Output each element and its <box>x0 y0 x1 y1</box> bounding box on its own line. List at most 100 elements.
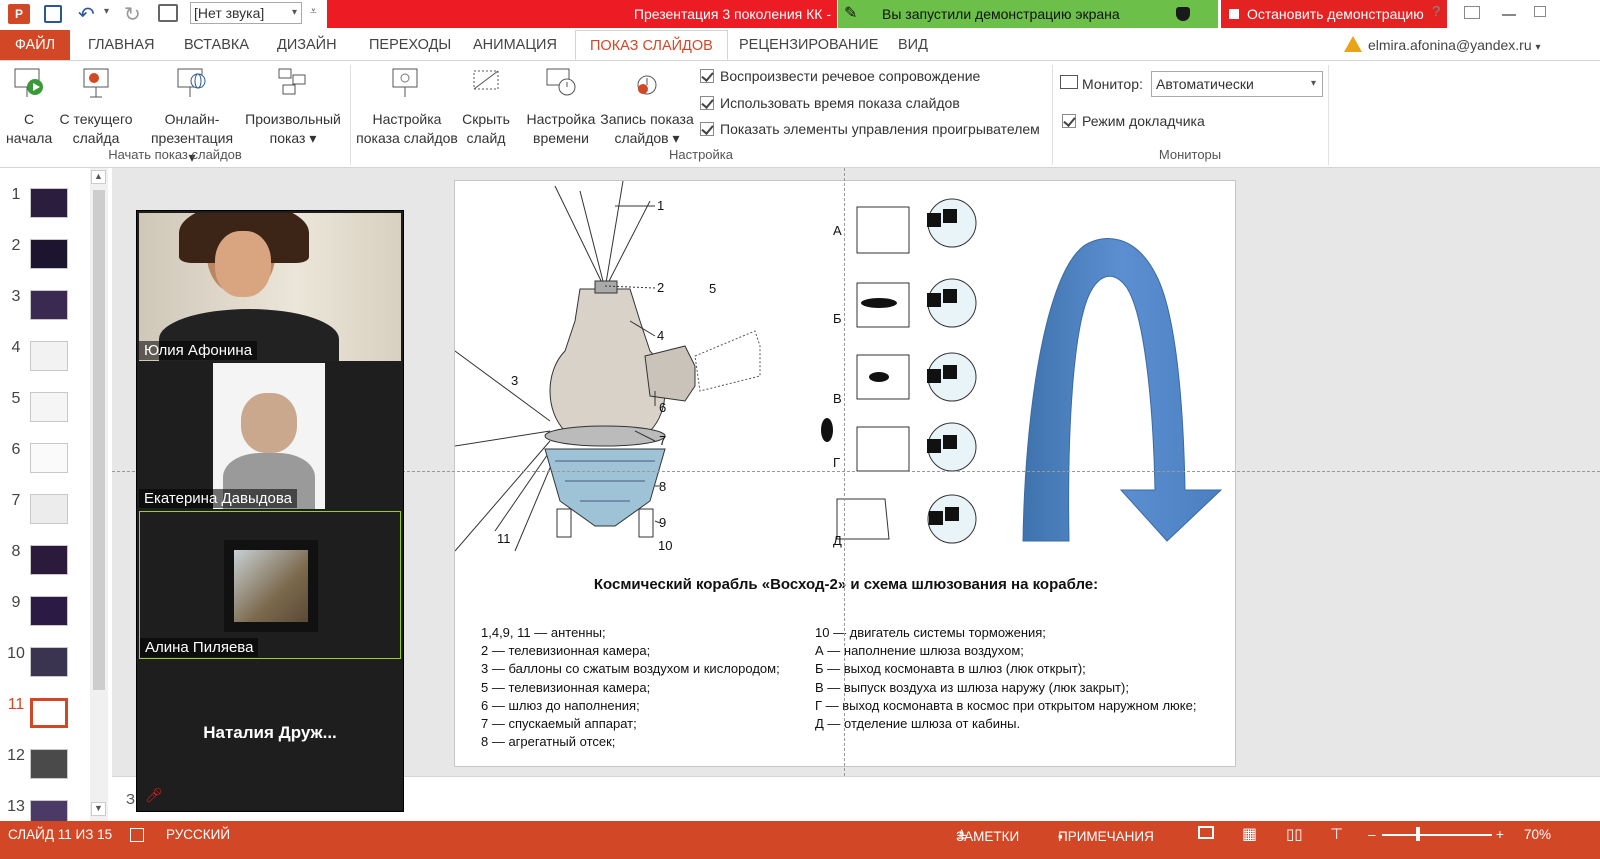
checkbox-checked-icon <box>700 69 714 83</box>
legend-item: 5 — телевизионная камера; <box>481 679 651 695</box>
minimize-icon[interactable] <box>1502 14 1516 16</box>
redo-icon[interactable]: ↻ <box>124 2 141 27</box>
chevron-down-icon: ▾ <box>1535 42 1541 53</box>
tab-animation-label: АНИМАЦИЯ <box>473 37 557 53</box>
slide-thumbnail[interactable] <box>30 698 68 728</box>
participant-name-2: Екатерина Давыдова <box>139 489 297 508</box>
slideshow-view-icon[interactable]: ⊤ <box>1330 823 1343 847</box>
slide-thumbnail[interactable] <box>30 239 68 269</box>
vertical-guide[interactable] <box>844 168 845 776</box>
tab-home[interactable]: ГЛАВНАЯ <box>88 30 155 60</box>
monitor-icon <box>1060 75 1078 89</box>
record-icon <box>637 75 657 95</box>
checkbox-checked-icon <box>700 96 714 110</box>
setup-show-button[interactable]: Настройка показа слайдов <box>356 65 458 148</box>
diagram-number: 2 <box>657 280 664 295</box>
save-icon[interactable] <box>44 5 62 23</box>
participant-tile-3[interactable]: Алина Пиляева <box>139 511 401 659</box>
tab-transitions[interactable]: ПЕРЕХОДЫ <box>369 30 451 60</box>
zoom-slider[interactable] <box>1382 834 1492 836</box>
legend-item: В — выпуск воздуха из шлюза наружу (люк … <box>815 679 1129 695</box>
from-start-button[interactable]: С начала <box>6 65 52 148</box>
stop-share-button[interactable]: Остановить демонстрацию <box>1221 0 1447 28</box>
tab-animation[interactable]: АНИМАЦИЯ <box>473 30 557 60</box>
present-icon[interactable] <box>158 4 178 22</box>
monitor-select[interactable]: Автоматически ▾ <box>1151 71 1323 97</box>
tab-slideshow[interactable]: ПОКАЗ СЛАЙДОВ <box>575 30 728 60</box>
legend-item: 7 — спускаемый аппарат; <box>481 716 637 732</box>
reading-view-icon[interactable]: ▯▯ <box>1286 823 1303 847</box>
legend-item: Б — выход космонавта в шлюз (люк открыт)… <box>815 661 1086 677</box>
powerpoint-logo-icon: P <box>8 4 30 24</box>
timings-checkbox[interactable]: Использовать время показа слайдов <box>700 94 960 112</box>
media-controls-checkbox[interactable]: Показать элементы управления проигрывате… <box>700 120 1040 138</box>
scroll-up-icon[interactable]: ▲ <box>91 170 106 184</box>
participant-video-1[interactable]: Юлия Афонина <box>139 213 401 361</box>
participant-video-2[interactable] <box>213 363 325 509</box>
diagram-number: 5 <box>709 281 716 296</box>
play-from-start-icon <box>14 68 43 97</box>
custom-show-button[interactable]: Произвольный показ ▾ <box>242 65 344 148</box>
slide-canvas[interactable]: 1 2 4 5 3 6 7 8 9 11 10 А Б В Г Д Космич… <box>454 180 1236 767</box>
zoom-out-button[interactable]: – <box>1368 823 1376 847</box>
customize-qat-icon[interactable]: ⩡ <box>310 4 317 19</box>
presenter-view-checkbox[interactable]: Режим докладчика <box>1062 112 1205 130</box>
sound-select[interactable]: [Нет звука] ▾ <box>190 2 302 24</box>
title-bar: P ↶ ▾ ↻ [Нет звука] ▾ ⩡ Презентация 3 по… <box>0 0 1600 28</box>
rehearse-timings-button[interactable]: Настройка времени <box>524 65 598 148</box>
from-current-line1: С текущего <box>59 111 133 127</box>
tab-design[interactable]: ДИЗАЙН <box>277 30 337 60</box>
user-account[interactable]: elmira.afonina@yandex.ru ▾ <box>1368 30 1541 60</box>
slide-thumbnail[interactable] <box>30 290 68 320</box>
slide-thumbnail[interactable] <box>30 341 68 371</box>
diagram-number: 10 <box>658 538 672 553</box>
help-button[interactable]: ? <box>1432 3 1440 20</box>
zoom-level[interactable]: 70% <box>1524 823 1551 847</box>
record-show-button[interactable]: Запись показа слайдов ▾ <box>600 65 694 148</box>
zoom-slider-thumb[interactable] <box>1416 827 1420 841</box>
slide-thumbnail[interactable] <box>30 545 68 575</box>
slide-thumbnail[interactable] <box>30 647 68 677</box>
tab-file[interactable]: ФАЙЛ <box>0 30 70 60</box>
notes-label: ЗАМЕТКИ <box>956 829 1020 844</box>
thumbnail-number: 8 <box>11 543 21 560</box>
slide-sorter-icon[interactable]: ▦ <box>1242 823 1257 847</box>
record-line1: Запись показа <box>600 111 694 127</box>
participant-name-3: Алина Пиляева <box>140 638 259 657</box>
participant-face <box>215 231 271 297</box>
cat-avatar-image <box>234 550 308 622</box>
group-label-setup: Настройка <box>669 147 733 162</box>
undo-icon[interactable]: ↶ <box>78 2 95 27</box>
thumbnail-number: 13 <box>7 798 25 815</box>
scroll-thumb[interactable] <box>93 190 105 690</box>
slide-thumbnail[interactable] <box>30 188 68 218</box>
legend-item: 8 — агрегатный отсек; <box>481 734 616 750</box>
language-indicator[interactable]: РУССКИЙ <box>166 823 230 847</box>
restore-icon[interactable] <box>1534 6 1546 17</box>
slide-thumbnail[interactable] <box>30 443 68 473</box>
tab-review[interactable]: РЕЦЕНЗИРОВАНИЕ <box>739 30 878 60</box>
normal-view-icon[interactable] <box>1198 826 1214 839</box>
timings-label: Использовать время показа слайдов <box>720 95 960 111</box>
narration-checkbox[interactable]: Воспроизвести речевое сопровождение <box>700 67 980 85</box>
legend-item: 6 — шлюз до наполнения; <box>481 697 640 713</box>
slide-thumbnail[interactable] <box>30 596 68 626</box>
scroll-down-icon[interactable]: ▼ <box>91 802 106 816</box>
from-current-button[interactable]: С текущего слайда <box>56 65 136 148</box>
slide-thumbnail[interactable] <box>30 749 68 779</box>
participant-tile-4[interactable]: Наталия Друж... 🎤︎ <box>139 661 401 809</box>
zoom-in-button[interactable]: + <box>1496 823 1504 847</box>
slide-thumbnail[interactable] <box>30 392 68 422</box>
media-controls-label: Показать элементы управления проигрывате… <box>720 121 1040 137</box>
undo-dropdown-icon[interactable]: ▾ <box>104 6 109 17</box>
ribbon: С начала С текущего слайда Онлайн- презе… <box>0 60 1600 168</box>
tab-view[interactable]: ВИД <box>898 30 928 60</box>
hide-slide-button[interactable]: Скрыть слайд <box>460 65 512 148</box>
record-line2: слайдов ▾ <box>614 130 680 146</box>
ribbon-options-icon[interactable] <box>1464 6 1480 19</box>
spelling-check-icon[interactable] <box>130 828 144 842</box>
diagram-number: 3 <box>511 373 518 388</box>
tab-insert[interactable]: ВСТАВКА <box>184 30 249 60</box>
slide-thumbnail[interactable] <box>30 494 68 524</box>
thumbnails-scrollbar[interactable]: ▲ ▼ <box>90 168 108 821</box>
